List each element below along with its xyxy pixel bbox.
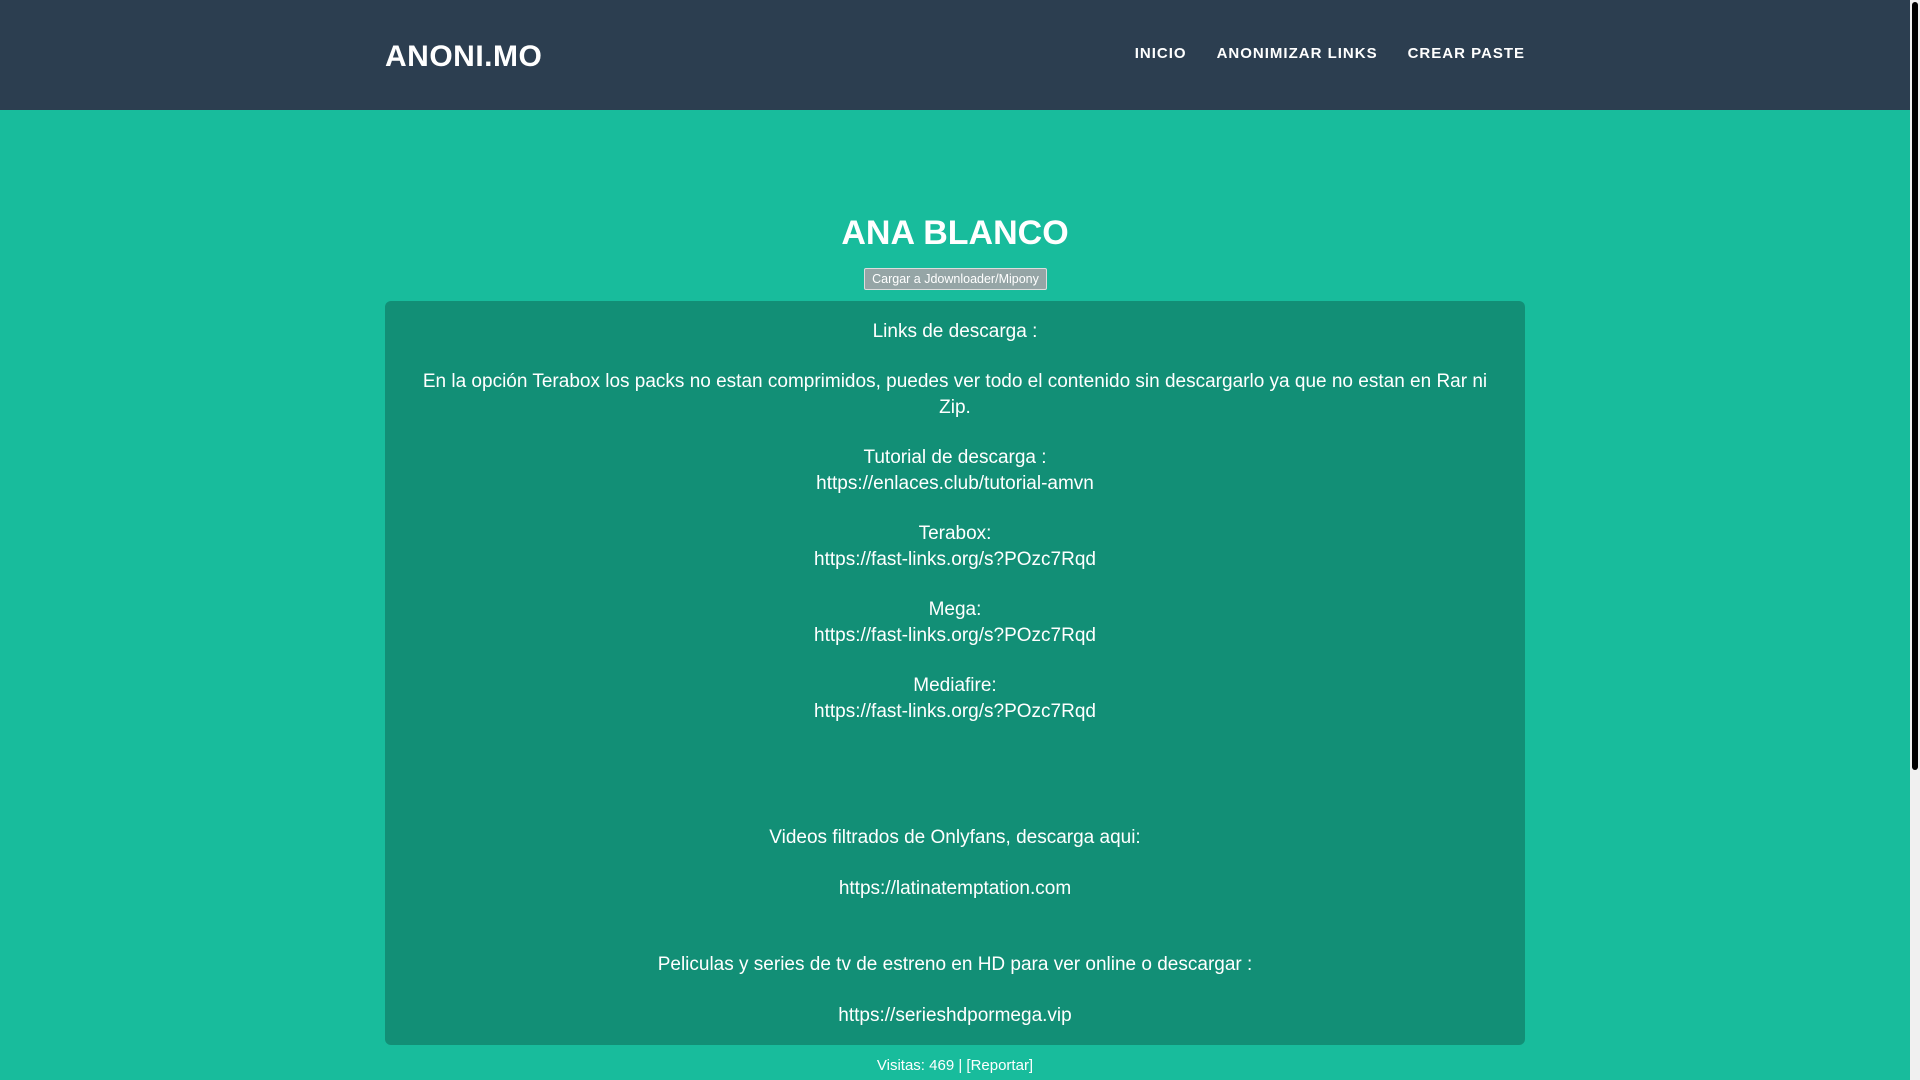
content-box: Links de descarga : En la opción Terabox… xyxy=(385,301,1525,1045)
page-title: ANA BLANCO xyxy=(841,214,1069,252)
jdownloader-button[interactable]: Cargar a Jdownloader/Mipony xyxy=(864,268,1047,290)
scrollbar-thumb[interactable] xyxy=(1912,2,1918,770)
brand-logo[interactable]: ANONI.MO xyxy=(385,40,542,74)
nav-anonimizar-links[interactable]: ANONIMIZAR LINKS xyxy=(1217,45,1378,62)
mega-label: Mega: xyxy=(928,599,982,620)
footer: Visitas: 469 | [Reportar] xyxy=(0,1057,1910,1074)
onlyfans-text: Videos filtrados de Onlyfans, descarga a… xyxy=(769,827,1141,848)
nav-inicio[interactable]: INICIO xyxy=(1135,45,1187,62)
nav-crear-paste[interactable]: CREAR PASTE xyxy=(1408,45,1525,62)
onlyfans-link[interactable]: https://latinatemptation.com xyxy=(839,878,1071,899)
scrollbar[interactable] xyxy=(1910,0,1920,1080)
mediafire-link[interactable]: https://fast-links.org/s?POzc7Rqd xyxy=(814,701,1096,722)
navbar: ANONI.MO INICIO ANONIMIZAR LINKS CREAR P… xyxy=(0,0,1910,110)
visits-counter: Visitas: 469 | xyxy=(876,1057,963,1074)
terabox-note: En la opción Terabox los packs no estan … xyxy=(422,371,1488,418)
series-text: Peliculas y series de tv de estreno en H… xyxy=(657,954,1253,975)
terabox-label: Terabox: xyxy=(918,523,992,544)
links-heading: Links de descarga : xyxy=(872,321,1038,342)
nav-menu: INICIO ANONIMIZAR LINKS CREAR PASTE xyxy=(1135,45,1525,62)
mediafire-label: Mediafire: xyxy=(913,675,997,696)
series-link[interactable]: https://serieshdpormega.vip xyxy=(838,1005,1071,1026)
terabox-link[interactable]: https://fast-links.org/s?POzc7Rqd xyxy=(814,549,1096,570)
report-link[interactable]: [Reportar] xyxy=(966,1057,1033,1074)
mega-link[interactable]: https://fast-links.org/s?POzc7Rqd xyxy=(814,625,1096,646)
tutorial-link[interactable]: https://enlaces.club/tutorial-amvn xyxy=(816,473,1094,494)
tutorial-label: Tutorial de descarga : xyxy=(863,447,1047,468)
